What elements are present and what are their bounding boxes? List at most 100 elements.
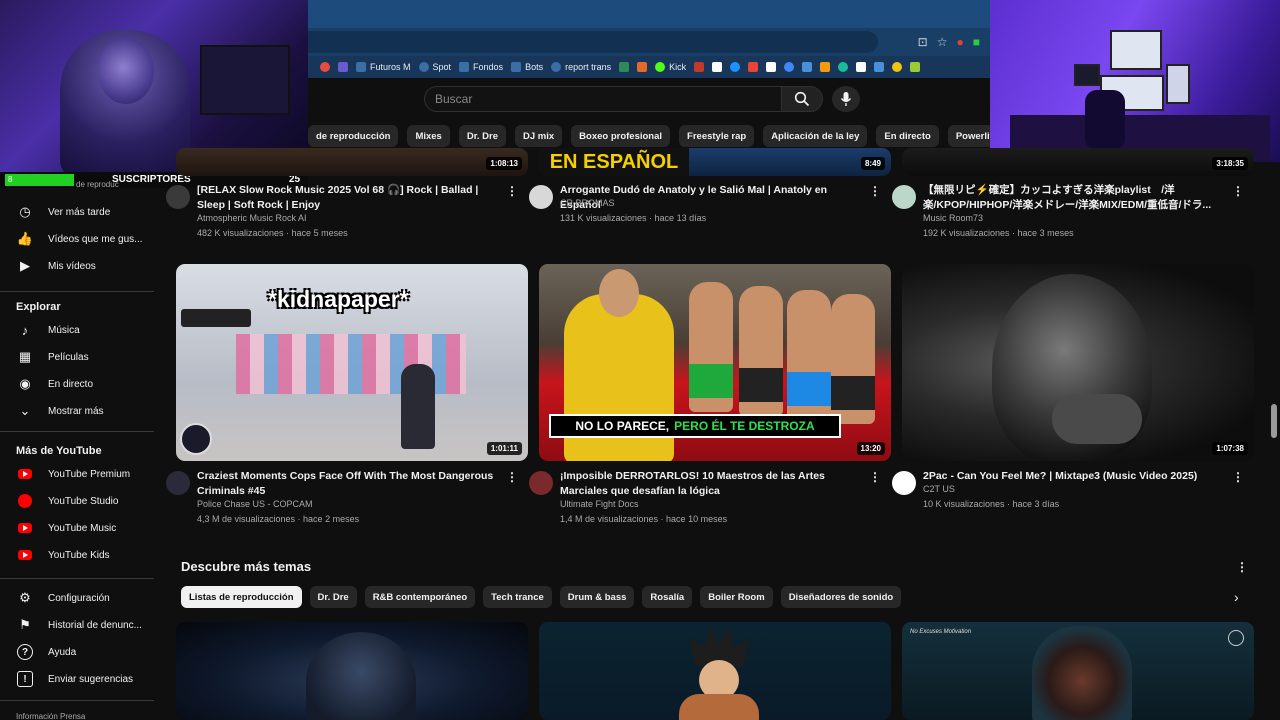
sidebar-item[interactable]: YouTube Premium <box>0 461 162 487</box>
more-actions-icon[interactable]: ⋮ <box>506 183 518 199</box>
chip-7[interactable]: En directo <box>876 125 939 147</box>
install-icon[interactable]: ⊡ <box>918 34 928 50</box>
more-actions-icon[interactable]: ⋮ <box>869 183 881 199</box>
bookmark-item[interactable]: Spot <box>418 62 451 72</box>
bookmark-item[interactable]: report trans <box>551 62 611 72</box>
discover-chip-5[interactable]: Rosalía <box>642 586 693 608</box>
bookmark-item[interactable] <box>320 62 330 72</box>
more-actions-icon[interactable]: ⋮ <box>869 469 881 485</box>
bookmark-item[interactable] <box>856 62 867 72</box>
channel-name[interactable]: Atmospheric Music Rock AI <box>197 213 307 223</box>
chevron-right-icon[interactable]: › <box>1234 589 1239 605</box>
sidebar-item[interactable]: ⚙ Configuración <box>0 585 162 611</box>
sidebar-item[interactable]: ⚑ Historial de denunc... <box>0 612 162 638</box>
search-button[interactable] <box>781 86 823 112</box>
sidebar-item[interactable]: ◉ En directo <box>0 371 162 397</box>
bookmark-item[interactable] <box>748 62 759 72</box>
section-menu-icon[interactable]: ⋮ <box>1236 559 1248 575</box>
video-thumbnail[interactable] <box>176 622 528 720</box>
chip-6[interactable]: Aplicación de la ley <box>763 125 868 147</box>
channel-avatar[interactable] <box>529 471 553 495</box>
more-actions-icon[interactable]: ⋮ <box>1232 183 1244 199</box>
sidebar-item[interactable]: ▦ Películas <box>0 344 162 370</box>
video-thumbnail[interactable]: *kidnapaper* 1:01:11 <box>176 264 528 461</box>
video-thumbnail[interactable]: NO LO PARECE, PERO ÉL TE DESTROZA 13:20 <box>539 264 891 461</box>
video-title[interactable]: Craziest Moments Cops Face Off With The … <box>197 469 502 498</box>
video-thumbnail[interactable]: 1:07:38 <box>902 264 1254 461</box>
chip-8[interactable]: Powerlifting <box>947 125 990 147</box>
sidebar-item[interactable]: ▶ Mis vídeos <box>0 253 162 279</box>
discover-chip-3[interactable]: Tech trance <box>483 586 552 608</box>
chip-1[interactable]: Mixes <box>407 125 450 147</box>
bookmark-item[interactable] <box>820 62 831 72</box>
channel-name[interactable]: Music Room73 <box>923 213 983 223</box>
sidebar-item[interactable]: YouTube Music <box>0 515 162 541</box>
channel-name[interactable]: Ultimate Fight Docs <box>560 499 639 509</box>
bookmark-item[interactable] <box>712 62 723 72</box>
discover-chip-7[interactable]: Diseñadores de sonido <box>780 586 902 608</box>
bookmark-item[interactable] <box>892 62 903 72</box>
channel-name[interactable]: Police Chase US - COPCAM <box>197 499 313 509</box>
bookmark-item[interactable] <box>838 62 849 72</box>
chip-4[interactable]: Boxeo profesional <box>571 125 671 147</box>
discover-chip-6[interactable]: Boiler Room <box>700 586 773 608</box>
bookmark-item[interactable] <box>910 62 921 72</box>
video-thumbnail[interactable]: 1:08:13 <box>176 148 528 176</box>
star-icon[interactable]: ☆ <box>937 34 948 50</box>
video-thumbnail[interactable]: EN ESPAÑOL 8:49 <box>539 148 891 176</box>
voice-search-button[interactable] <box>832 86 860 112</box>
video-title[interactable]: ¡Imposible DERROTARLOS! 10 Maestros de l… <box>560 469 865 498</box>
more-actions-icon[interactable]: ⋮ <box>506 469 518 485</box>
chip-2[interactable]: Dr. Dre <box>458 125 506 147</box>
video-title[interactable]: 【無限リピ⚡確定】カッコよすぎる洋楽playlist /洋楽/KPOP/HIPH… <box>923 183 1228 212</box>
bookmark-item[interactable] <box>730 62 741 72</box>
video-thumbnail[interactable] <box>539 622 891 720</box>
video-thumbnail[interactable]: 3:18:35 <box>902 148 1254 176</box>
sidebar-item[interactable]: YouTube Kids <box>0 542 162 568</box>
sidebar-item[interactable]: ! Enviar sugerencias <box>0 666 162 692</box>
bookmark-item[interactable]: Kick <box>655 62 686 72</box>
channel-name[interactable]: C2T US <box>923 484 955 494</box>
video-thumbnail[interactable]: No Excuses Motivation <box>902 622 1254 720</box>
sidebar-item[interactable]: ⌄ Mostrar más <box>0 398 162 424</box>
channel-avatar[interactable] <box>166 471 190 495</box>
discover-chip-1[interactable]: Dr. Dre <box>309 586 357 608</box>
extension-icon-2[interactable]: ■ <box>973 34 980 50</box>
video-title[interactable]: 2Pac - Can You Feel Me? | Mixtape3 (Musi… <box>923 469 1228 484</box>
bookmark-item[interactable]: Bots <box>511 62 543 72</box>
search-input[interactable] <box>425 87 781 111</box>
bookmark-item[interactable]: Fondos <box>459 62 503 72</box>
play-square-icon: ▶ <box>20 258 30 273</box>
bookmark-item[interactable] <box>637 62 648 72</box>
bookmark-item[interactable]: Futuros M <box>356 62 411 72</box>
discover-chip-2[interactable]: R&B contemporáneo <box>364 586 476 608</box>
sidebar-item[interactable]: ? Ayuda <box>0 639 162 665</box>
video-title[interactable]: [RELAX Slow Rock Music 2025 Vol 68 🎧] Ro… <box>197 183 502 212</box>
chip-5[interactable]: Freestyle rap <box>679 125 755 147</box>
channel-avatar[interactable] <box>529 185 553 209</box>
more-actions-icon[interactable]: ⋮ <box>1232 469 1244 485</box>
bookmark-item[interactable] <box>766 62 777 72</box>
bookmark-item[interactable] <box>874 62 885 72</box>
discover-chip-0[interactable]: Listas de reproducción <box>181 586 302 608</box>
bookmark-item[interactable] <box>784 62 795 72</box>
sidebar-item[interactable]: 👍 Vídeos que me gus... <box>0 226 162 252</box>
sidebar-item[interactable]: ◷ Ver más tarde <box>0 199 162 225</box>
address-bar[interactable] <box>308 31 878 53</box>
scrollbar-thumb[interactable] <box>1271 404 1277 438</box>
channel-name[interactable]: CR BROMAS <box>560 198 615 208</box>
bookmark-item[interactable] <box>802 62 813 72</box>
bookmark-item[interactable] <box>619 62 630 72</box>
sidebar-item[interactable]: ♪ Música <box>0 317 162 343</box>
chip-0[interactable]: de reproducción <box>308 125 399 147</box>
sidebar-footer-links[interactable]: Información Prensa <box>16 712 85 720</box>
bookmark-item[interactable] <box>694 62 705 72</box>
channel-avatar[interactable] <box>892 185 916 209</box>
channel-avatar[interactable] <box>892 471 916 495</box>
extension-icon[interactable]: ● <box>957 34 964 50</box>
bookmark-item[interactable] <box>338 62 348 72</box>
channel-avatar[interactable] <box>166 185 190 209</box>
discover-chip-4[interactable]: Drum & bass <box>559 586 635 608</box>
chip-3[interactable]: DJ mix <box>515 125 563 147</box>
sidebar-item[interactable]: YouTube Studio <box>0 488 162 514</box>
